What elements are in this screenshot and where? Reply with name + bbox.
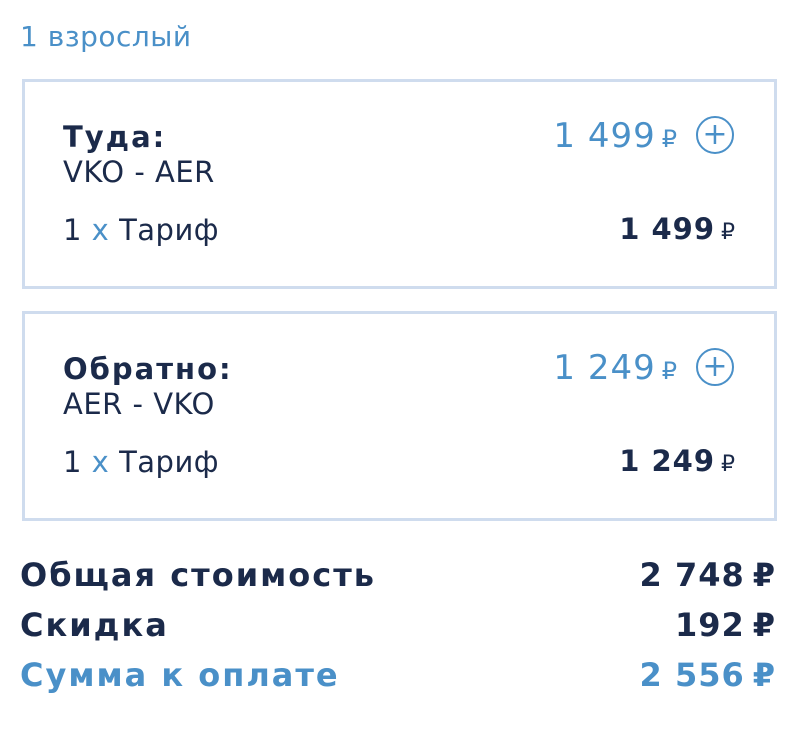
plus-circle-icon[interactable]: + [696, 116, 734, 154]
total-value: 2 748 ₽ [640, 556, 776, 594]
currency-symbol: ₽ [661, 125, 678, 153]
fare-price-value: 1 499 [619, 212, 715, 246]
fare-line: 1 x Тариф [63, 445, 219, 479]
currency-symbol: ₽ [661, 357, 678, 385]
segment-price: 1 499 ₽ [553, 116, 678, 156]
segment-route: VKO - AER [63, 155, 215, 189]
fare-multiplier: x [91, 445, 110, 479]
segment-route: AER - VKO [63, 387, 215, 421]
pay-amount: 2 556 [639, 656, 745, 694]
fare-qty: 1 [63, 445, 82, 479]
currency-symbol: ₽ [721, 452, 736, 477]
segment-price-value: 1 249 [553, 348, 656, 388]
fare-name: Тариф [119, 445, 220, 479]
discount-amount: 192 [674, 606, 745, 644]
discount-value: 192 ₽ [675, 606, 776, 644]
currency-symbol: ₽ [752, 656, 776, 694]
segment-label: Обратно: [63, 352, 233, 386]
discount-row: Скидка 192 ₽ [20, 606, 776, 656]
fare-line: 1 x Тариф [63, 213, 219, 247]
total-amount: 2 748 [639, 556, 745, 594]
segment-label: Туда: [63, 120, 167, 154]
fare-qty: 1 [63, 213, 82, 247]
segment-price: 1 249 ₽ [553, 348, 678, 388]
currency-symbol: ₽ [752, 606, 776, 644]
passengers-label: 1 взрослый [20, 20, 192, 53]
discount-label: Скидка [20, 606, 169, 644]
pay-label: Сумма к оплате [20, 656, 340, 694]
segment-outbound: Туда: VKO - AER 1 499 ₽ + 1 x Тариф 1 499… [22, 79, 777, 289]
plus-circle-icon[interactable]: + [696, 348, 734, 386]
totals: Общая стоимость 2 748 ₽ Скидка 192 ₽ Сумма… [20, 556, 776, 706]
total-label: Общая стоимость [20, 556, 377, 594]
currency-symbol: ₽ [721, 220, 736, 245]
currency-symbol: ₽ [752, 556, 776, 594]
pay-row: Сумма к оплате 2 556 ₽ [20, 656, 776, 706]
fare-price: 1 249 ₽ [619, 444, 736, 478]
pay-value: 2 556 ₽ [640, 656, 776, 694]
fare-name: Тариф [119, 213, 220, 247]
segment-price-value: 1 499 [553, 116, 656, 156]
segment-inbound: Обратно: AER - VKO 1 249 ₽ + 1 x Тариф 1 … [22, 311, 777, 521]
total-row: Общая стоимость 2 748 ₽ [20, 556, 776, 606]
booking-summary: 1 взрослый Туда: VKO - AER 1 499 ₽ + 1 x … [0, 0, 800, 730]
fare-price: 1 499 ₽ [619, 212, 736, 246]
fare-price-value: 1 249 [619, 444, 715, 478]
fare-multiplier: x [91, 213, 110, 247]
